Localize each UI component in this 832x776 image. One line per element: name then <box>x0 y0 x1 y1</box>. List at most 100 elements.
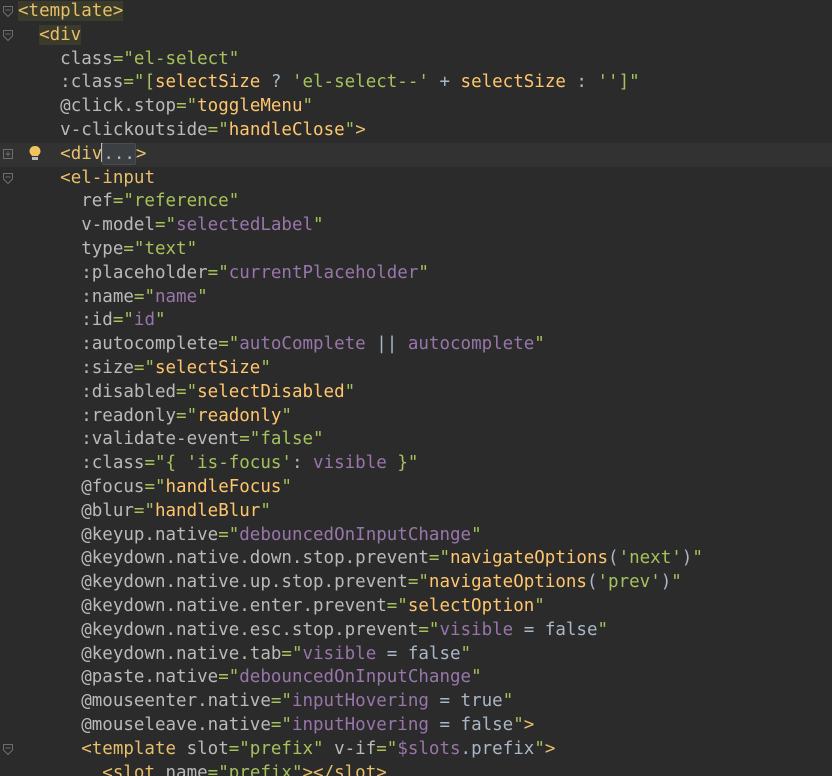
code-line-text: @click.stop="toggleMenu" <box>18 95 313 119</box>
code-token: ref <box>81 191 113 212</box>
code-line[interactable]: <div <box>0 24 832 48</box>
code-line[interactable]: :validate-event="false" <box>0 428 832 452</box>
code-token: @paste.native <box>81 667 219 688</box>
code-line[interactable]: :placeholder="currentPlaceholder" <box>0 262 832 286</box>
code-line[interactable]: v-model="selectedLabel" <box>0 214 832 238</box>
code-token: navigateOptions <box>449 548 609 569</box>
code-token: selectSize <box>154 357 261 378</box>
code-token: toggleMenu <box>197 96 303 117</box>
code-token: " <box>534 738 545 759</box>
code-line-text: <div...> <box>18 142 146 167</box>
code-token: > <box>544 738 556 759</box>
code-token: ( <box>608 548 619 569</box>
code-token: <slot <box>102 762 155 776</box>
code-line[interactable]: @keydown.native.enter.prevent="selectOpt… <box>0 595 832 619</box>
code-token: =" <box>176 381 198 402</box>
code-line[interactable]: <template slot="prefix" v-if="$slots.pre… <box>0 738 832 762</box>
code-line[interactable]: ref="reference" <box>0 190 832 214</box>
code-line[interactable]: @click.stop="toggleMenu" <box>0 95 832 119</box>
code-token: :placeholder <box>81 262 208 283</box>
code-token: =" <box>407 572 429 593</box>
code-line[interactable]: v-clickoutside="handleClose"> <box>0 119 832 143</box>
code-line[interactable]: :disabled="selectDisabled" <box>0 381 832 405</box>
code-line[interactable]: :readonly="readonly" <box>0 405 832 429</box>
code-line[interactable]: <slot name="prefix"></slot> <box>0 762 832 776</box>
code-editor[interactable]: <template> <div class="el-select" :class… <box>0 0 832 776</box>
code-token: :name <box>81 286 134 307</box>
code-token: visible <box>439 619 514 640</box>
code-line[interactable]: @keydown.native.esc.stop.prevent="visibl… <box>0 619 832 643</box>
code-token: @mouseleave.native <box>81 714 271 735</box>
collapsed-block-placeholder[interactable]: ... <box>102 142 136 165</box>
code-line[interactable]: @mouseenter.native="inputHovering = true… <box>0 690 832 714</box>
code-token: v-model <box>81 215 155 236</box>
code-token: <div <box>60 143 103 164</box>
code-line[interactable]: @keyup.native="debouncedOnInputChange" <box>0 524 832 548</box>
code-line[interactable]: @paste.native="debouncedOnInputChange" <box>0 666 832 690</box>
code-line-text: type="text" <box>18 238 197 262</box>
code-token: v-if <box>323 738 377 759</box>
fold-open-icon[interactable] <box>3 6 13 17</box>
code-token: :size <box>81 357 134 378</box>
code-line[interactable]: type="text" <box>0 238 832 262</box>
code-line[interactable]: class="el-select" <box>0 48 832 72</box>
code-token: $slots <box>397 738 461 759</box>
code-token: " <box>302 96 314 117</box>
fold-open-icon[interactable] <box>3 172 13 184</box>
code-token: visible <box>313 453 387 474</box>
code-line[interactable]: @blur="handleBlur" <box>0 500 832 524</box>
code-line[interactable]: :size="selectSize" <box>0 357 832 381</box>
code-token: selectDisabled <box>197 381 345 402</box>
code-token: debouncedOnInputChange <box>239 524 472 545</box>
code-line-text: @mouseleave.native="inputHovering = fals… <box>18 714 534 738</box>
code-line[interactable]: @keydown.native.tab="visible = false" <box>0 643 832 667</box>
code-line[interactable]: <el-input <box>0 167 832 191</box>
code-token: " <box>281 405 292 426</box>
code-token: selectSize <box>460 72 566 93</box>
code-line[interactable]: :id="id" <box>0 309 832 333</box>
code-area[interactable]: <template> <div class="el-select" :class… <box>0 0 832 776</box>
code-line[interactable]: :class="[selectSize ? 'el-select--' + se… <box>0 71 832 95</box>
code-token: " <box>471 524 482 545</box>
fold-collapsed-icon[interactable] <box>3 148 13 160</box>
code-line[interactable]: :name="name" <box>0 286 832 310</box>
code-token: ]" <box>618 72 640 93</box>
code-line[interactable]: :autocomplete="autoComplete || autocompl… <box>0 333 832 357</box>
code-token: @keydown.native.up.stop.prevent <box>81 572 408 593</box>
code-token: debouncedOnInputChange <box>239 667 472 688</box>
code-token: false <box>460 714 514 735</box>
code-line-text: v-model="selectedLabel" <box>18 214 323 238</box>
fold-open-icon[interactable] <box>3 743 13 755</box>
code-line[interactable]: <template> <box>0 0 832 24</box>
code-token: true <box>460 691 503 712</box>
code-token: ? <box>260 72 292 93</box>
code-line-text: :placeholder="currentPlaceholder" <box>18 262 429 286</box>
code-token: @keydown.native.enter.prevent <box>81 595 387 616</box>
code-line-text: :validate-event="false" <box>18 428 323 452</box>
code-line[interactable]: @keydown.native.down.stop.prevent="navig… <box>0 547 832 571</box>
code-line[interactable]: @keydown.native.up.stop.prevent="navigat… <box>0 571 832 595</box>
code-line-text: <template> <box>18 0 124 24</box>
code-token: @focus <box>81 476 145 497</box>
code-token: handleClose <box>228 119 345 140</box>
code-token: slot <box>176 738 229 759</box>
code-line-text: :autocomplete="autoComplete || autocompl… <box>18 333 545 357</box>
code-line-text: :class="[selectSize ? 'el-select--' + se… <box>18 71 640 95</box>
code-line[interactable]: <div...> <box>0 142 832 167</box>
code-token: name <box>154 762 208 776</box>
code-token: + <box>428 72 461 93</box>
code-line[interactable]: @focus="handleFocus" <box>0 476 832 500</box>
code-token: =" <box>133 500 155 521</box>
code-line[interactable]: :class="{ 'is-focus': visible }" <box>0 452 832 476</box>
code-line[interactable]: @mouseleave.native="inputHovering = fals… <box>0 714 832 738</box>
fold-open-icon[interactable] <box>3 29 13 41</box>
code-line-text: :size="selectSize" <box>18 357 271 381</box>
